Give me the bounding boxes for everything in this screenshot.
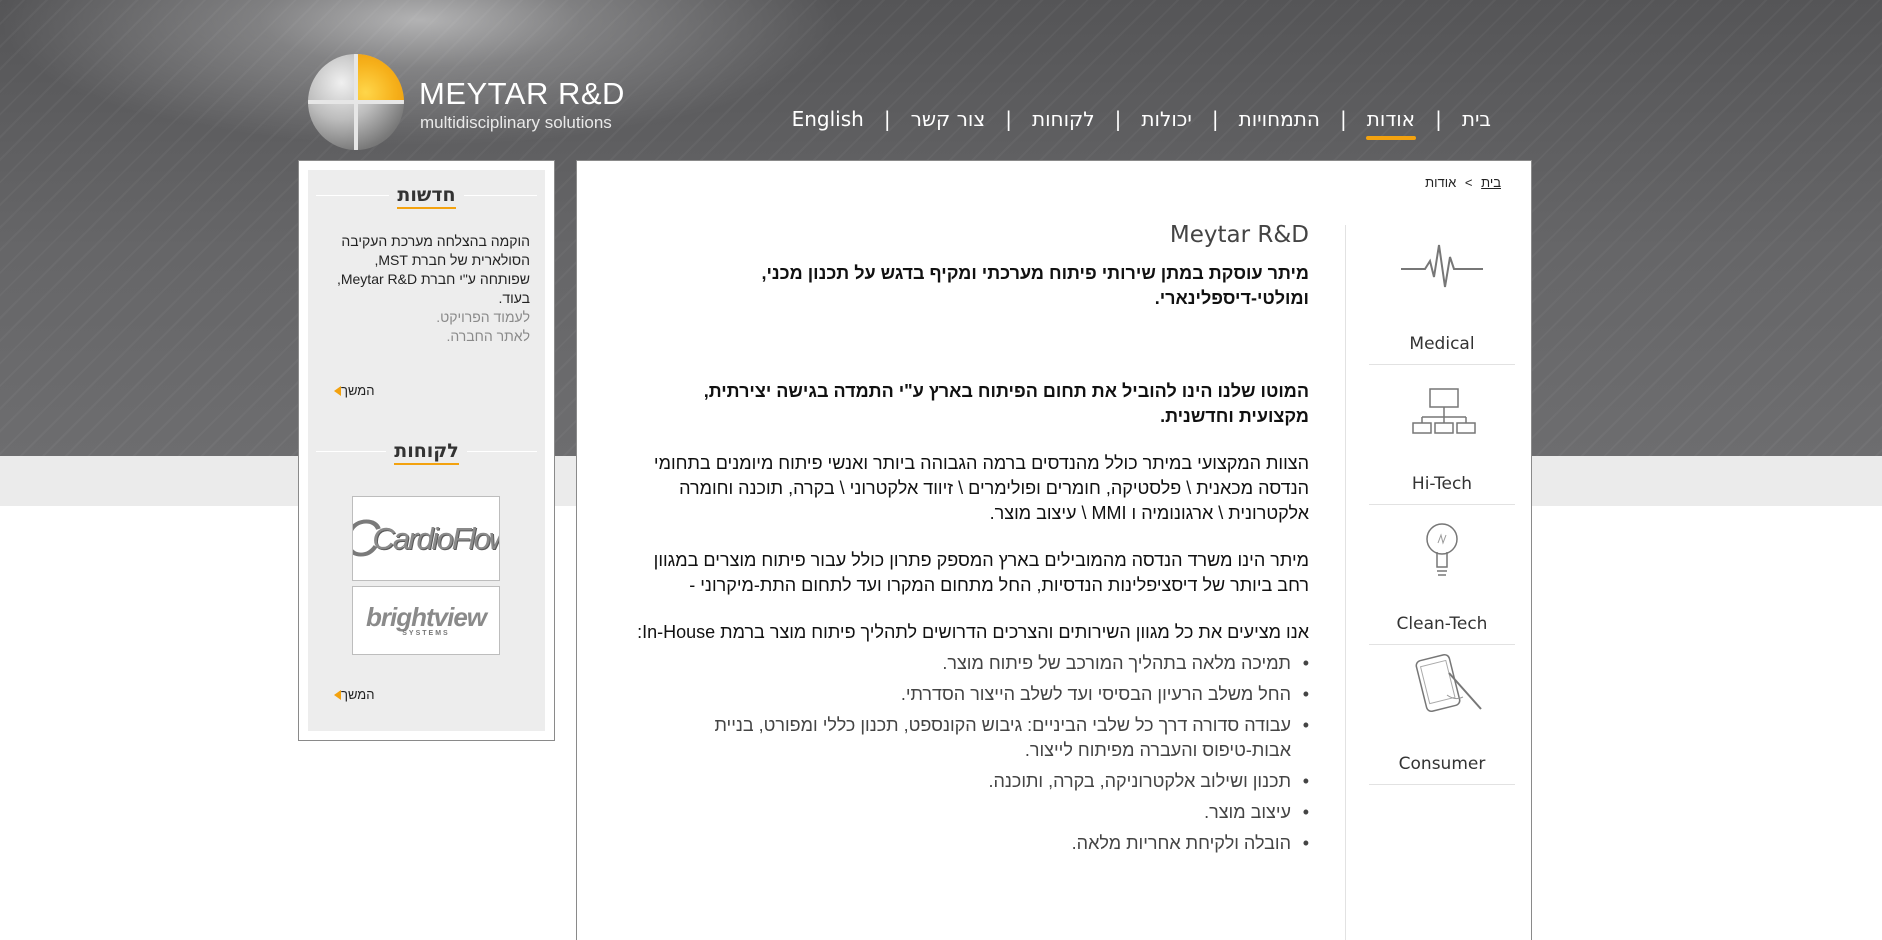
list-item: תמיכה מלאה בתהליך המורכב של פיתוח מוצר.: [637, 651, 1309, 676]
news-item: הוקמה בהצלחה מערכת העקיבה הסולארית של חב…: [326, 232, 530, 346]
nav-home[interactable]: בית: [1461, 107, 1492, 131]
about-article: Meytar R&D מיתר עוסקת במתן שירותי פיתוח …: [637, 221, 1309, 862]
intro-paragraph: מיתר עוסקת במתן שירותי פיתוח מערכתי ומקי…: [761, 263, 1309, 308]
category-cleantech[interactable]: Clean-Tech: [1369, 505, 1515, 645]
nav-about[interactable]: אודות: [1365, 107, 1417, 140]
brightview-logo[interactable]: brightview SYSTEMS: [352, 586, 500, 655]
news-more-link[interactable]: המשך: [328, 383, 374, 398]
logo-sphere-icon: [308, 54, 404, 150]
category-label: Medical: [1409, 334, 1475, 354]
nav-contact[interactable]: צור קשר: [910, 107, 987, 131]
team-paragraph: הצוות המקצועי במיתר כולל מהנדסים ברמה הג…: [653, 453, 1309, 523]
office-paragraph: מיתר הינו משרד הנדסה מהמובילים בארץ המספ…: [653, 550, 1309, 595]
main-nav: בית | אודות | התמחויות | יכולות | לקוחות…: [791, 107, 1492, 140]
list-item: עיצוב מוצר.: [637, 800, 1309, 825]
list-item: עבודה סדורה דרך כל שלבי הביניים: גיבוש ה…: [637, 713, 1309, 763]
news-project-link[interactable]: לעמוד הפרויקט.: [326, 308, 530, 327]
page-title: Meytar R&D: [1169, 222, 1309, 248]
nav-separator: |: [1005, 107, 1012, 131]
sidebar: חדשות הוקמה בהצלחה מערכת העקיבה הסולארית…: [298, 160, 555, 741]
news-text: הוקמה בהצלחה מערכת העקיבה הסולארית של חב…: [336, 233, 530, 306]
nav-english[interactable]: English: [791, 107, 865, 131]
category-hitech[interactable]: Hi-Tech: [1369, 365, 1515, 505]
nav-capabilities[interactable]: יכולות: [1140, 107, 1192, 131]
breadcrumb-current: אודות: [1425, 175, 1457, 190]
breadcrumb: בית > אודות: [1425, 175, 1501, 190]
clients-more-label: המשך: [341, 687, 375, 702]
breadcrumb-separator: >: [1464, 175, 1473, 190]
clients-heading-row: לקוחות: [316, 440, 537, 465]
news-company-link[interactable]: לאתר החברה.: [326, 327, 530, 346]
heartbeat-icon: [1401, 244, 1483, 288]
cardioflow-logo[interactable]: CCardioFlow: [352, 496, 500, 581]
nav-separator: |: [1114, 107, 1122, 131]
category-divider: [1345, 225, 1346, 940]
nav-separator: |: [1435, 107, 1442, 131]
tablet-stylus-icon: [1415, 653, 1482, 713]
nav-separator: |: [1211, 107, 1219, 131]
sidebar-panel: חדשות הוקמה בהצלחה מערכת העקיבה הסולארית…: [308, 170, 545, 731]
services-list: תמיכה מלאה בתהליך המורכב של פיתוח מוצר. …: [637, 651, 1309, 856]
nav-clients[interactable]: לקוחות: [1031, 107, 1096, 131]
lightbulb-icon: [1426, 523, 1458, 576]
nav-separator: |: [883, 107, 891, 131]
list-item: הובלה ולקיחת אחריות מלאה.: [637, 831, 1309, 856]
category-label: Consumer: [1398, 754, 1486, 774]
arrow-left-icon: [334, 385, 341, 396]
arrow-left-icon: [334, 689, 341, 700]
news-title: חדשות: [389, 184, 464, 209]
content-panel: בית > אודות Medical Hi-Tech Clean-Tech C…: [576, 160, 1532, 940]
breadcrumb-home[interactable]: בית: [1481, 175, 1501, 190]
category-label: Hi-Tech: [1411, 474, 1473, 494]
news-more-label: המשך: [341, 383, 375, 398]
clients-title: לקוחות: [386, 440, 467, 465]
page: MEYTAR R&D multidisciplinary solutions ב…: [0, 0, 1882, 940]
network-icon: [1412, 388, 1476, 434]
list-item: תכנון ושילוב אלקטרוניקה, בקרה, ותוכנה.: [637, 769, 1309, 794]
category-consumer[interactable]: Consumer: [1369, 645, 1515, 785]
offer-paragraph: אנו מציעים את כל מגוון השירותים והצרכים …: [637, 622, 1309, 642]
nav-specialties[interactable]: התמחויות: [1238, 107, 1321, 131]
motto-paragraph: המוטו שלנו הינו להוביל את תחום הפיתוח בא…: [703, 381, 1309, 426]
nav-separator: |: [1339, 107, 1347, 131]
logo-tagline: multidisciplinary solutions: [420, 113, 612, 132]
category-label: Clean-Tech: [1396, 614, 1488, 634]
list-item: החל משלב הרעיון הבסיסי ועד לשלב הייצור ה…: [637, 682, 1309, 707]
news-heading-row: חדשות: [316, 184, 537, 209]
category-medical[interactable]: Medical: [1369, 225, 1515, 365]
clients-more-link[interactable]: המשך: [328, 687, 374, 702]
logo-name: MEYTAR R&D: [419, 76, 625, 111]
site-logo[interactable]: MEYTAR R&D multidisciplinary solutions: [308, 54, 638, 154]
